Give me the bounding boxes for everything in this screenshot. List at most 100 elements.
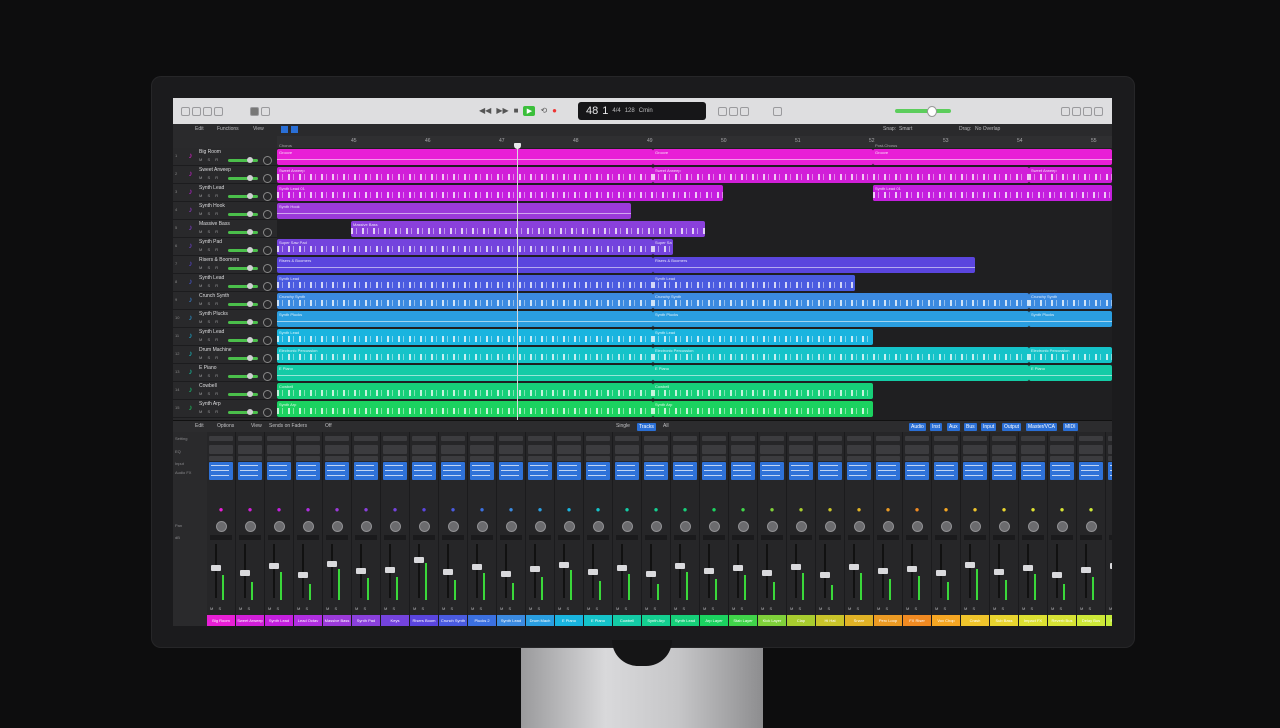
- input-slot[interactable]: [383, 456, 407, 461]
- audio-fx-slots[interactable]: [325, 462, 349, 480]
- master-volume-knob[interactable]: [927, 106, 937, 117]
- playhead[interactable]: [517, 143, 518, 420]
- mute-solo-buttons[interactable]: M S: [761, 606, 774, 611]
- pan-knob[interactable]: [970, 521, 981, 532]
- pan-knob[interactable]: [680, 521, 691, 532]
- snap-value[interactable]: Smart: [899, 126, 912, 132]
- pan-knob[interactable]: [999, 521, 1010, 532]
- track-header[interactable]: 14 ♪ Cowbell M S R: [173, 382, 277, 400]
- volume-fader[interactable]: [501, 571, 511, 577]
- track-pan-knob[interactable]: [263, 282, 272, 291]
- pan-knob[interactable]: [535, 521, 546, 532]
- pan-knob[interactable]: [796, 521, 807, 532]
- list-editors-icon[interactable]: [1061, 107, 1070, 116]
- setting-slot[interactable]: [412, 436, 436, 441]
- setting-slot[interactable]: [963, 436, 987, 441]
- channel-name[interactable]: Crunch Synth: [439, 615, 467, 626]
- setting-slot[interactable]: [992, 436, 1016, 441]
- setting-slot[interactable]: [441, 436, 465, 441]
- track-name[interactable]: E Piano: [199, 365, 217, 371]
- volume-fader[interactable]: [675, 563, 685, 569]
- track-name[interactable]: Synth Arp: [199, 401, 221, 407]
- audio-fx-slots[interactable]: [1021, 462, 1045, 480]
- setting-slot[interactable]: [296, 436, 320, 441]
- track-region[interactable]: Synth Lead 01: [873, 185, 1112, 201]
- mute-solo-buttons[interactable]: M S: [558, 606, 571, 611]
- setting-slot[interactable]: [354, 436, 378, 441]
- track-pan-knob[interactable]: [263, 372, 272, 381]
- track-volume-slider[interactable]: [228, 195, 258, 198]
- mute-solo-buttons[interactable]: M S: [413, 606, 426, 611]
- volume-fader[interactable]: [1023, 565, 1033, 571]
- channel-name[interactable]: Synth Lead: [265, 615, 293, 626]
- mute-solo-buttons[interactable]: M S: [326, 606, 339, 611]
- track-volume-slider[interactable]: [228, 303, 258, 306]
- track-region[interactable]: Synth Plucks: [1029, 311, 1112, 327]
- track-volume-knob[interactable]: [247, 229, 253, 235]
- setting-slot[interactable]: [557, 436, 581, 441]
- pencil-tool-icon[interactable]: [291, 126, 298, 133]
- metronome-icon[interactable]: [718, 107, 727, 116]
- audio-fx-slots[interactable]: [818, 462, 842, 480]
- mute-solo-buttons[interactable]: M S: [239, 606, 252, 611]
- single-button[interactable]: Single: [616, 423, 630, 429]
- volume-fader[interactable]: [849, 564, 859, 570]
- eq-display[interactable]: [238, 445, 262, 454]
- mute-solo-buttons[interactable]: M S R: [199, 409, 220, 414]
- track-volume-slider[interactable]: [228, 393, 258, 396]
- track-header[interactable]: 15 ♪ Synth Arp M S R: [173, 400, 277, 418]
- pan-knob[interactable]: [216, 521, 227, 532]
- audio-fx-slots[interactable]: [441, 462, 465, 480]
- input-slot[interactable]: [557, 456, 581, 461]
- mute-solo-buttons[interactable]: M S R: [199, 157, 220, 162]
- channel-name[interactable]: Synth Pad: [352, 615, 380, 626]
- track-region[interactable]: Synth Plucks: [277, 311, 653, 327]
- channel-name[interactable]: FX Riser: [903, 615, 931, 626]
- pan-knob[interactable]: [245, 521, 256, 532]
- pan-knob[interactable]: [361, 521, 372, 532]
- eq-display[interactable]: [934, 445, 958, 454]
- eq-display[interactable]: [441, 445, 465, 454]
- audio-fx-slots[interactable]: [847, 462, 871, 480]
- track-pan-knob[interactable]: [263, 354, 272, 363]
- channel-name[interactable]: Crash: [961, 615, 989, 626]
- track-pan-knob[interactable]: [263, 264, 272, 273]
- track-region[interactable]: Super Saw Pad: [277, 239, 653, 255]
- input-slot[interactable]: [1050, 456, 1074, 461]
- volume-fader[interactable]: [907, 566, 917, 572]
- mute-solo-buttons[interactable]: M S: [268, 606, 281, 611]
- volume-fader[interactable]: [878, 568, 888, 574]
- volume-fader[interactable]: [936, 570, 946, 576]
- channel-name[interactable]: Delay Bus: [1077, 615, 1105, 626]
- pan-knob[interactable]: [332, 521, 343, 532]
- all-button[interactable]: All: [663, 423, 669, 429]
- track-name[interactable]: Synth Hook: [199, 203, 225, 209]
- track-name[interactable]: Synth Pad: [199, 239, 222, 245]
- audio-fx-slots[interactable]: [499, 462, 523, 480]
- track-volume-slider[interactable]: [228, 375, 258, 378]
- sends-on-faders-value[interactable]: Off: [325, 423, 332, 429]
- eq-display[interactable]: [1050, 445, 1074, 454]
- track-volume-knob[interactable]: [247, 319, 253, 325]
- volume-fader[interactable]: [327, 561, 337, 567]
- pan-knob[interactable]: [825, 521, 836, 532]
- mute-solo-buttons[interactable]: M S: [1022, 606, 1035, 611]
- volume-fader[interactable]: [385, 567, 395, 573]
- functions-menu[interactable]: Functions: [217, 126, 239, 132]
- setting-slot[interactable]: [499, 436, 523, 441]
- mute-solo-buttons[interactable]: M S: [297, 606, 310, 611]
- volume-fader[interactable]: [1081, 567, 1091, 573]
- volume-fader[interactable]: [414, 557, 424, 563]
- pan-knob[interactable]: [854, 521, 865, 532]
- channel-name[interactable]: Cowbell: [613, 615, 641, 626]
- track-region[interactable]: Massive Bass: [351, 221, 705, 237]
- setting-slot[interactable]: [615, 436, 639, 441]
- track-pan-knob[interactable]: [263, 336, 272, 345]
- track-region[interactable]: E Piano: [277, 365, 653, 381]
- track-name[interactable]: Big Room: [199, 149, 221, 155]
- track-region[interactable]: Crunchy Synth: [653, 293, 1029, 309]
- track-region[interactable]: Synth Lead: [277, 329, 653, 345]
- eq-display[interactable]: [528, 445, 552, 454]
- mute-solo-buttons[interactable]: M S R: [199, 211, 220, 216]
- track-name[interactable]: Drum Machine: [199, 347, 232, 353]
